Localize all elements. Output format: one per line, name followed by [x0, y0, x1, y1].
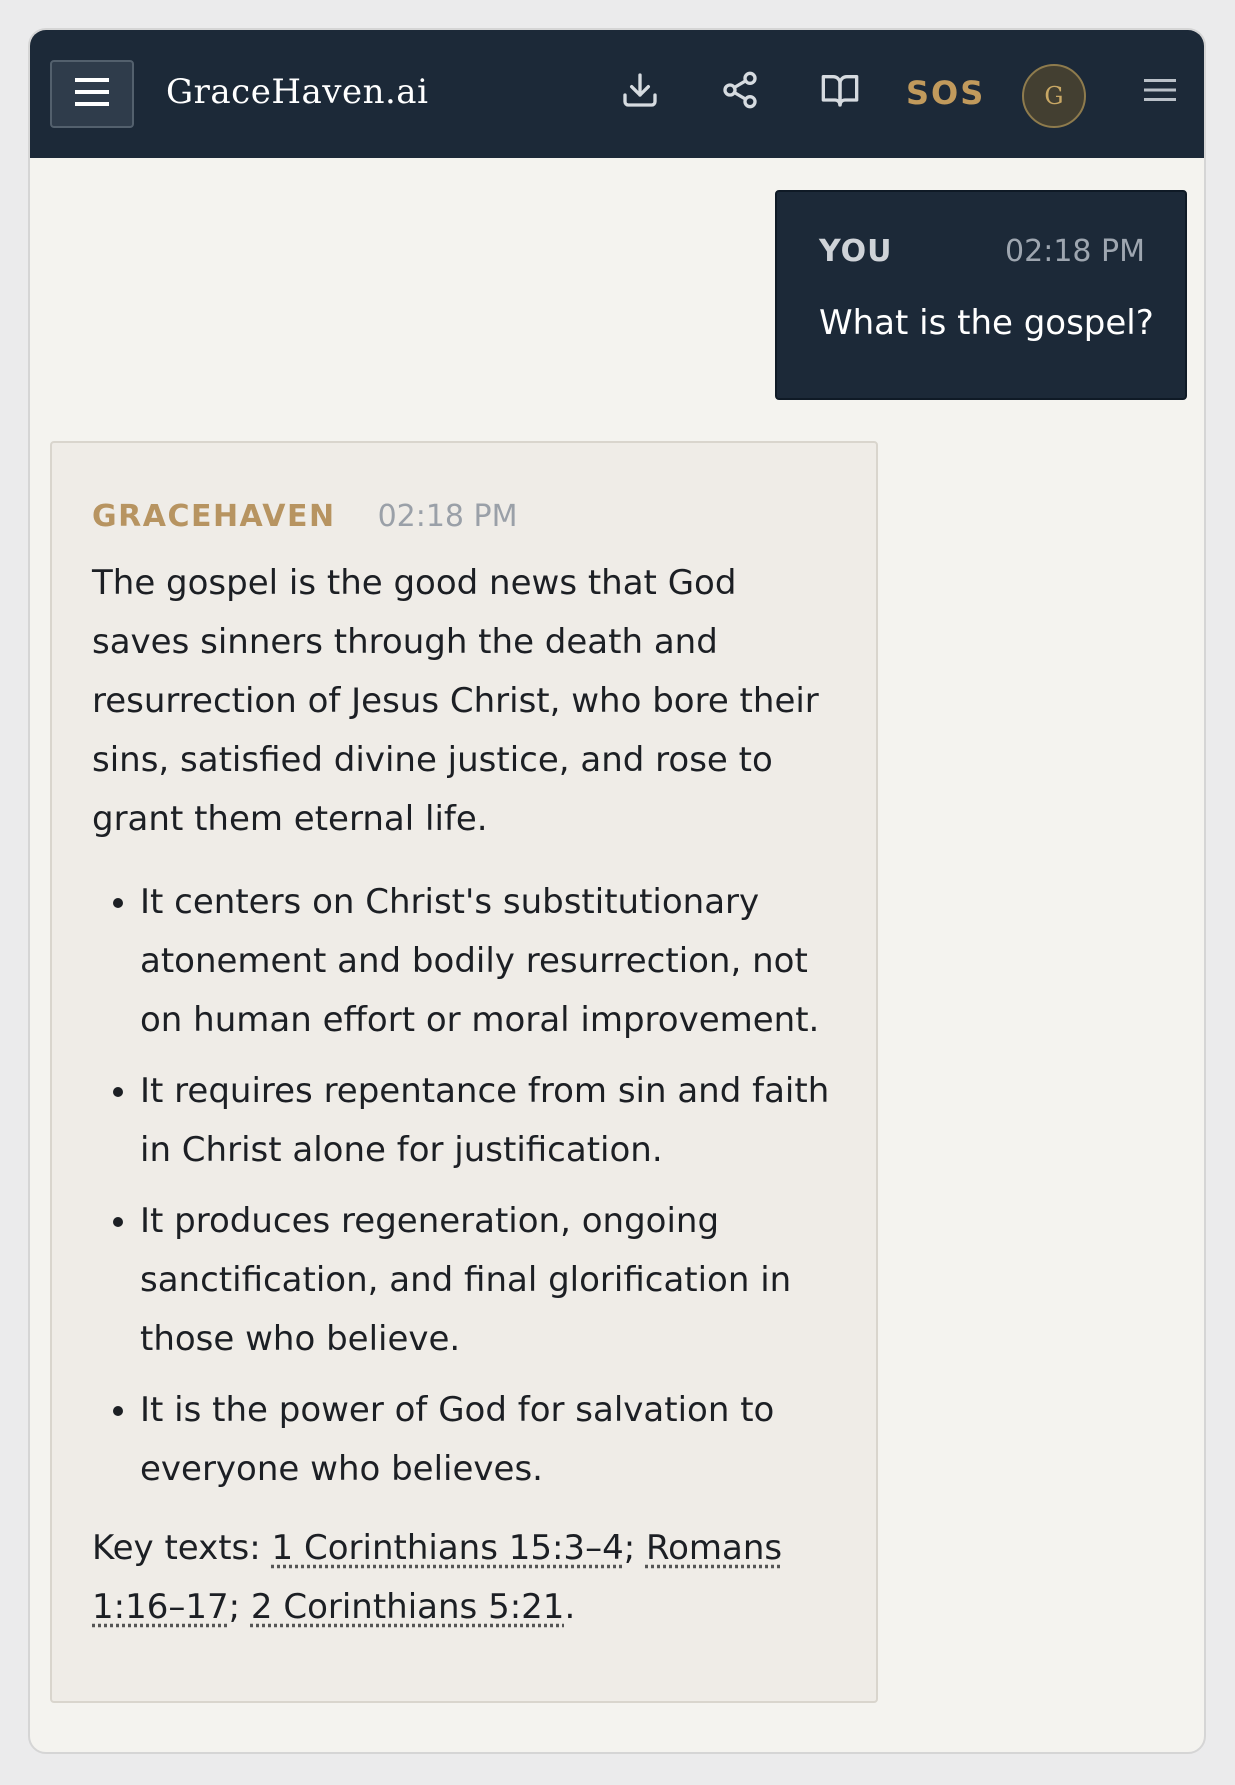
scripture-reference-link[interactable]: 2 Corinthians 5:21	[251, 1587, 565, 1627]
list-item: It is the power of God for salvation to …	[140, 1381, 836, 1499]
assistant-message-time: 02:18 PM	[377, 499, 518, 534]
key-texts: Key texts: 1 Corinthians 15:3–4; Romans …	[92, 1519, 836, 1637]
assistant-message-header: GRACEHAVEN 02:18 PM	[92, 499, 836, 534]
reference-separator: ;	[228, 1587, 251, 1627]
scripture-button[interactable]	[816, 68, 864, 116]
app-window: GraceHaven.ai SOS G YOU 02:18 PM What is…	[28, 28, 1206, 1754]
scripture-reference-link[interactable]: 1 Corinthians 15:3–4	[272, 1528, 624, 1568]
user-message-time: 02:18 PM	[1005, 234, 1145, 269]
main-menu-button[interactable]	[1136, 68, 1184, 116]
user-message-header: YOU 02:18 PM	[819, 234, 1145, 269]
assistant-intro-text: The gospel is the good news that God sav…	[92, 563, 819, 839]
user-message: YOU 02:18 PM What is the gospel?	[775, 190, 1187, 400]
user-message-text: What is the gospel?	[819, 303, 1154, 343]
sos-button[interactable]: SOS	[906, 74, 985, 112]
brand-title: GraceHaven.ai	[166, 72, 429, 112]
assistant-bullet-list: It centers on Christ's substitutionary a…	[92, 873, 836, 1499]
hamburger-menu-icon	[1142, 76, 1178, 108]
reference-separator: ;	[623, 1528, 646, 1568]
download-button[interactable]	[616, 68, 664, 116]
list-item: It centers on Christ's substitutionary a…	[140, 873, 836, 1050]
top-bar: GraceHaven.ai SOS G	[30, 30, 1204, 158]
menu-toggle-icon	[75, 77, 109, 111]
download-icon	[620, 70, 660, 114]
book-icon	[820, 70, 860, 114]
share-button[interactable]	[716, 68, 764, 116]
list-item: It produces regeneration, ongoing sancti…	[140, 1192, 836, 1369]
end-punctuation: .	[564, 1587, 576, 1627]
avatar[interactable]: G	[1022, 64, 1086, 128]
user-sender-label: YOU	[819, 234, 893, 269]
assistant-message: GRACEHAVEN 02:18 PM The gospel is the go…	[50, 441, 878, 1703]
sidebar-toggle-button[interactable]	[50, 60, 134, 128]
assistant-sender-label: GRACEHAVEN	[92, 499, 336, 534]
key-texts-label: Key texts:	[92, 1528, 272, 1568]
list-item: It requires repentance from sin and fait…	[140, 1062, 836, 1180]
share-icon	[720, 70, 760, 114]
